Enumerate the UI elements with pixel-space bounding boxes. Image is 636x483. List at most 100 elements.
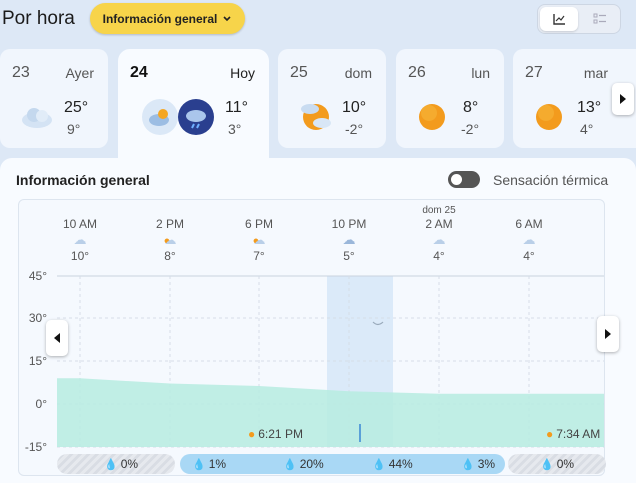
next-days-button[interactable] [612, 83, 634, 115]
sunrise-time: 7:34 AM [556, 427, 601, 441]
cloud-icon: ☁ [522, 232, 536, 247]
precip-percent: 20% [299, 457, 324, 471]
precip-value: 💧 3% [461, 457, 495, 471]
day-label: Hoy [230, 65, 255, 81]
sunset-time: 6:21 PM [258, 427, 303, 441]
hour-temp: 7° [253, 249, 265, 263]
day-number: 24 [130, 64, 148, 81]
panel-title: Información general [16, 172, 150, 188]
sunny-icon [419, 104, 445, 130]
raindrop-icon: 💧 [192, 458, 206, 471]
day-label: lun [471, 65, 490, 81]
hour-time: 6 PM [244, 217, 273, 231]
cloud-icon: ☁ [73, 232, 87, 247]
partly-sunny-icon: ●☁ [163, 233, 177, 247]
hour-column: dom 25 2 AM ☁ 4° [409, 205, 469, 263]
hour-time: 2 AM [425, 217, 453, 231]
hour-time: 2 PM [155, 217, 184, 231]
sunset-icon: ● [248, 427, 256, 441]
hour-date [499, 205, 559, 217]
page-title: Por hora [2, 8, 75, 29]
y-tick-label: -15° [24, 440, 47, 454]
feels-like-label: Sensación térmica [493, 172, 609, 188]
y-tick-label: 15° [28, 354, 47, 368]
hour-column: 6 AM ☁ 4° [499, 205, 559, 263]
chevron-right-icon [605, 329, 611, 339]
day-card-yesterday[interactable]: 23 Ayer 25° 9° [0, 49, 108, 148]
y-tick-label: 45° [28, 269, 47, 283]
view-toggle [537, 4, 621, 34]
sunrise-icon: ● [546, 427, 554, 441]
raindrop-icon: 💧 [461, 458, 475, 471]
precip-percent: 0% [120, 457, 139, 471]
sunrise-marker: ● 7:34 AM [546, 427, 600, 441]
day-label: Ayer [65, 65, 94, 81]
precip-percent: 44% [388, 457, 413, 471]
hour-column: 10 PM ☁ 5° [319, 205, 379, 263]
chevron-right-icon [620, 94, 626, 104]
partly-sunny-icon: ●☁ [252, 233, 266, 247]
hour-date [140, 205, 200, 217]
chart-next-button[interactable] [597, 316, 619, 352]
precip-value: 💧 0% [104, 457, 138, 471]
hour-date: dom 25 [422, 205, 456, 216]
view-mode-dropdown[interactable]: Información general [90, 3, 245, 34]
sunny-icon [536, 104, 562, 130]
day-card-today[interactable]: 24 Hoy 11° 3° [118, 49, 269, 164]
precip-value: 💧 0% [540, 457, 574, 471]
day-card-sun[interactable]: 25 dom 10° -2° [278, 49, 386, 148]
high-temp: 10° [342, 99, 367, 116]
precip-percent: 0% [556, 457, 575, 471]
day-label: mar [583, 65, 608, 81]
hour-temp: 10° [70, 249, 90, 263]
dropdown-label: Información general [102, 11, 218, 26]
low-temp: 4° [580, 121, 594, 137]
hour-temp: 4° [523, 249, 535, 263]
low-temp: 9° [67, 121, 81, 137]
low-temp: -2° [345, 121, 364, 137]
hour-time: 6 AM [515, 217, 543, 231]
precip-value: 💧 1% [192, 457, 226, 471]
y-tick-label: 0° [35, 397, 47, 411]
hourly-chart: 10 AM ☁ 10° 2 PM ●☁ 8° 6 PM ●☁ 7° 10 PM ☁ 5° dom 25 2… [18, 199, 619, 476]
hour-column: 10 AM ☁ 10° [50, 205, 110, 263]
day-number: 25 [290, 64, 308, 81]
partly-cloudy-night-rain-icon [142, 99, 214, 135]
precip-value: 💧 44% [372, 457, 413, 471]
cloud-rain-icon: ☁ [342, 232, 356, 247]
low-temp: 3° [228, 121, 242, 137]
cloudy-icon [22, 108, 52, 128]
sunset-marker: ● 6:21 PM [248, 427, 303, 441]
cloud-icon: ☁ [432, 232, 446, 247]
feels-like-toggle[interactable] [448, 171, 480, 188]
chart-prev-button[interactable] [46, 320, 68, 356]
raindrop-icon: 💧 [104, 458, 118, 471]
partly-sunny-icon [301, 104, 331, 130]
high-temp: 25° [64, 99, 89, 116]
high-temp: 11° [225, 99, 249, 116]
chevron-down-icon [223, 15, 231, 21]
precip-bar-wet [180, 454, 505, 474]
day-label: dom [344, 65, 372, 81]
high-temp: 8° [463, 99, 479, 116]
hour-time: 10 AM [62, 217, 98, 231]
chart-view-button[interactable] [540, 7, 578, 31]
hour-date [319, 205, 379, 217]
list-view-button[interactable] [582, 7, 618, 31]
day-card-mon[interactable]: 26 lun 8° -2° [396, 49, 504, 148]
raindrop-icon: 💧 [540, 458, 554, 471]
raindrop-icon: 💧 [372, 458, 386, 471]
hour-temp: 4° [433, 249, 445, 263]
precip-percent: 1% [208, 457, 227, 471]
raindrop-icon: 💧 [283, 458, 297, 471]
hour-date [229, 205, 289, 217]
hourly-panel: Información general Sensación térmica 10… [0, 158, 636, 483]
day-number: 27 [525, 64, 543, 81]
precip-percent: 3% [477, 457, 496, 471]
chevron-left-icon [54, 333, 60, 343]
hour-temp: 5° [343, 249, 355, 263]
chart-icon [553, 13, 565, 25]
hour-temp: 8° [164, 249, 176, 263]
y-tick-label: 30° [28, 311, 47, 325]
hour-date [50, 205, 110, 217]
